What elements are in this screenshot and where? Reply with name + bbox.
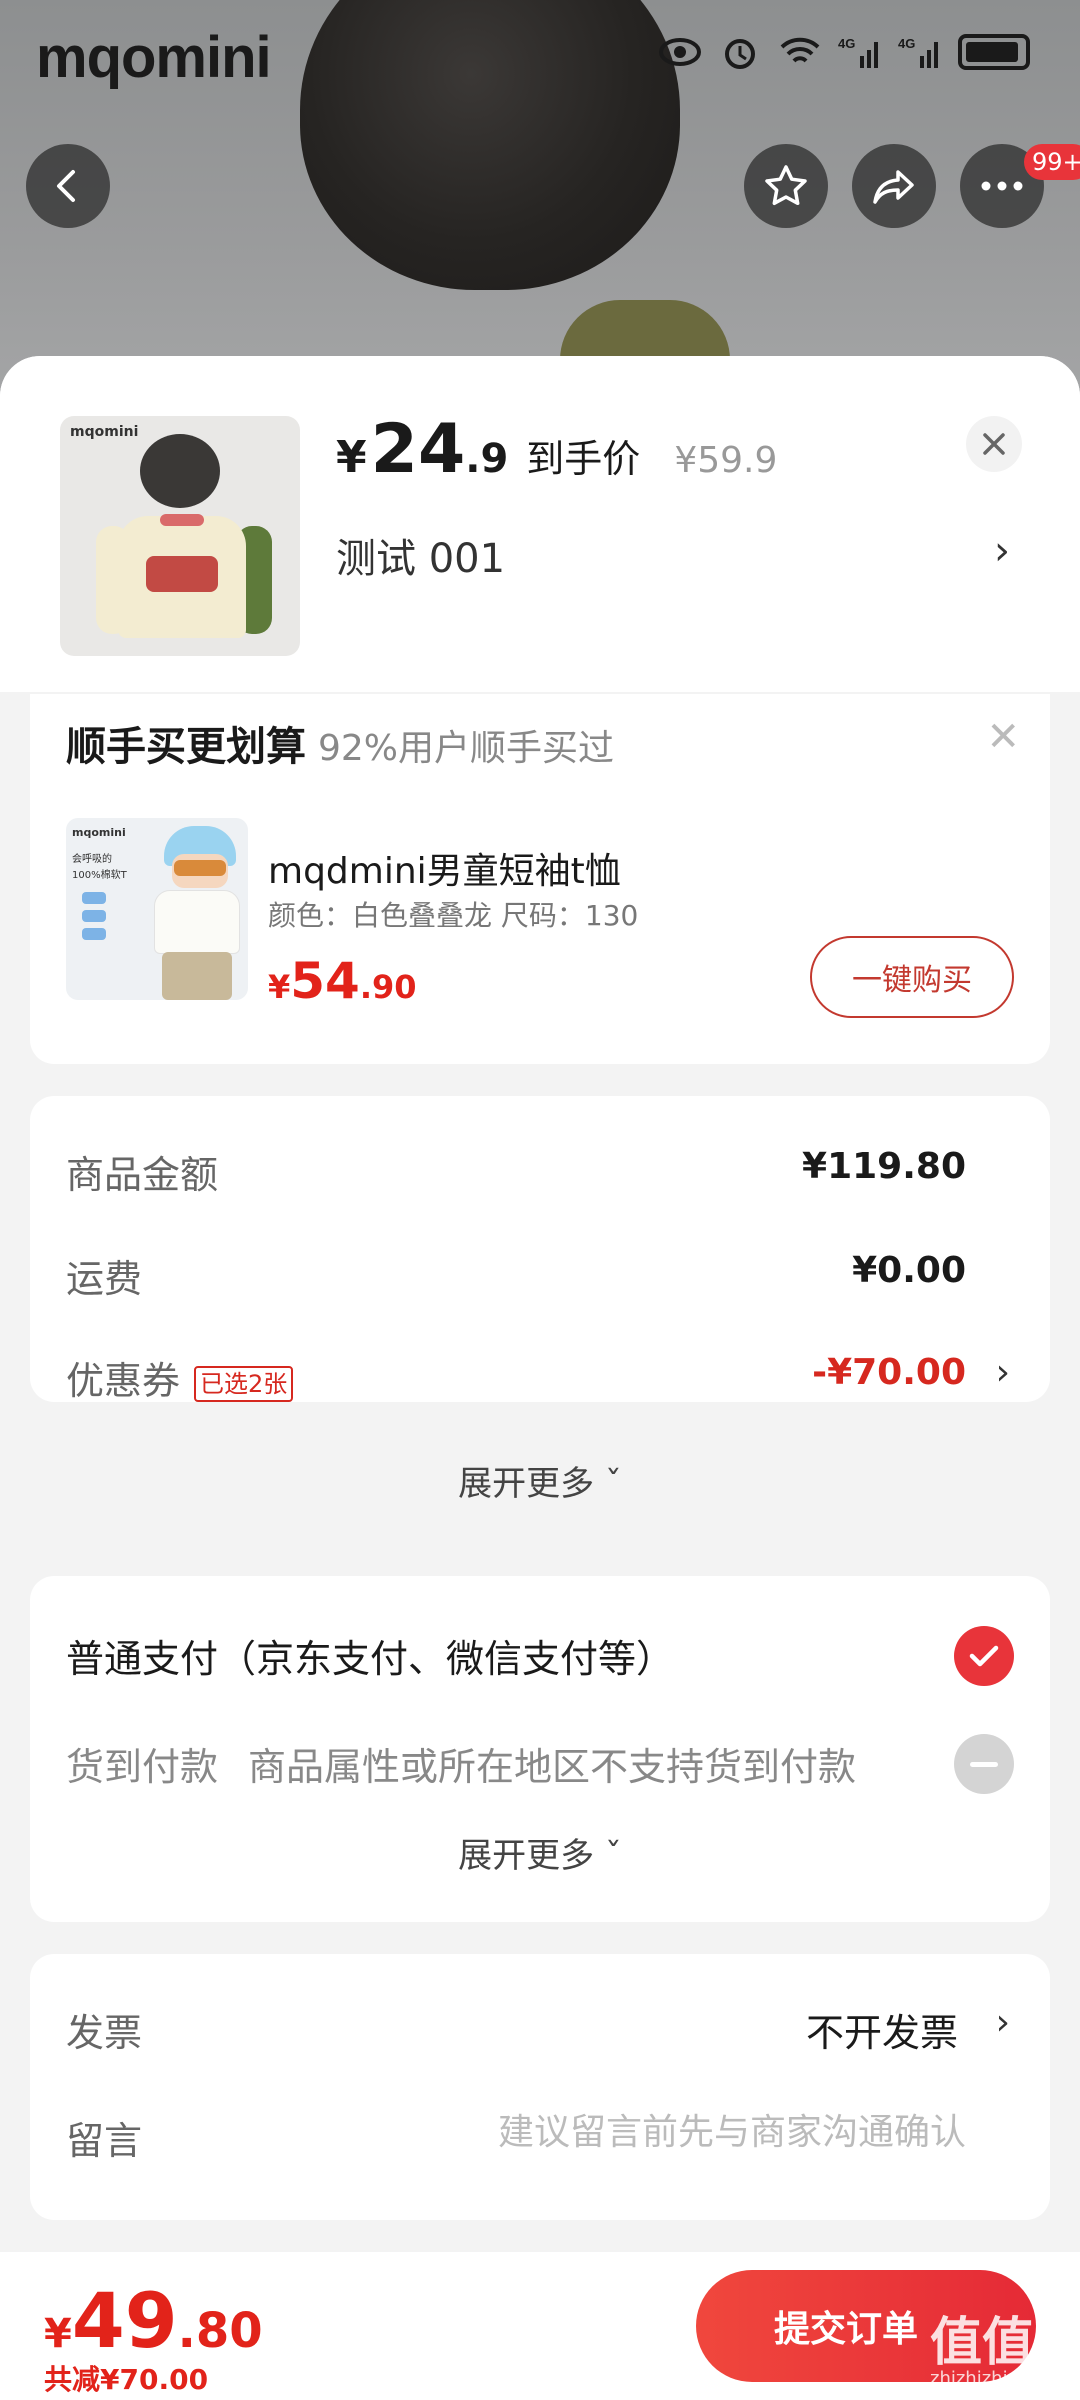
invoice-card: 发票 不开发票 › 留言 (30, 1954, 1050, 2220)
shipping-label: 运费 (66, 1257, 143, 1301)
goods-amount-label: 商品金额 (66, 1153, 219, 1197)
image-chip (82, 910, 106, 922)
invoice-value[interactable]: 不开发票 (806, 2002, 958, 2057)
payment-option-cod: 货到付款 商品属性或所在地区不支持货到付款 (66, 1736, 856, 1791)
image-pants (162, 952, 232, 1000)
recommend-title: 顺手买更划算 92%用户顺手买过 (66, 714, 614, 772)
share-button[interactable] (852, 144, 936, 228)
cod-note: 商品属性或所在地区不支持货到付款 (248, 1745, 857, 1789)
thumb-print (146, 556, 218, 592)
status-bar: mqomini 4G 4G (0, 0, 1080, 110)
coupon-row[interactable]: 优惠券 已选2张 (66, 1350, 294, 1405)
close-sheet-button[interactable] (966, 416, 1022, 472)
message-label: 留言 (66, 2119, 143, 2163)
image-binoculars (174, 860, 226, 876)
invoice-label: 发票 (66, 2011, 143, 2055)
coupon-label: 优惠券 (66, 1359, 181, 1403)
coupon-value[interactable]: -¥70.00 (812, 1352, 966, 1393)
chevron-right-icon[interactable]: › (996, 1352, 1010, 1393)
eye-icon (659, 38, 701, 66)
cod-label: 货到付款 (66, 1745, 219, 1789)
final-price: ¥ 24 .9 到手价 ¥59.9 (336, 410, 777, 489)
recommend-product-name[interactable]: mqdmini男童短袖t恤 (268, 842, 621, 894)
notification-badge: 99+ (1024, 144, 1080, 180)
recommend-close-icon[interactable]: ✕ (986, 714, 1020, 760)
price-decimal: .9 (465, 436, 509, 482)
brand-logo: mqomini (36, 25, 272, 90)
product-thumbnail[interactable]: mqomini (60, 416, 300, 656)
expand-more-payment[interactable]: 展开更多 ˇ (30, 1828, 1050, 1877)
total-price-integer: 49 (71, 2276, 178, 2365)
message-input[interactable] (406, 2102, 966, 2162)
price-tag: 到手价 (526, 437, 641, 481)
recommend-product-image[interactable]: mqomini 会呼吸的 100%棉软T (66, 818, 248, 1000)
more-icon (981, 181, 1023, 191)
recommend-image-brand: mqomini (72, 826, 126, 839)
price-integer: 24 (370, 410, 466, 489)
recommend-card: 顺手买更划算 92%用户顺手买过 ✕ mqomini 会呼吸的 100%棉软T m… (30, 694, 1050, 1064)
back-button[interactable] (26, 144, 110, 228)
star-icon (765, 165, 807, 206)
recommend-product-price: ¥ 54 .90 (268, 952, 417, 1010)
order-sheet: mqomini ¥ 24 .9 到手价 ¥59.9 测试 001 › 顺手买更划… (0, 356, 1080, 2400)
check-icon (969, 1645, 999, 1667)
payment-card: 普通支付（京东支付、微信支付等） 货到付款 商品属性或所在地区不支持货到付款 展开… (30, 1576, 1050, 1922)
original-price: ¥59.9 (674, 440, 778, 481)
recommend-price-decimal: .90 (359, 968, 417, 1006)
payment-option-normal[interactable]: 普通支付（京东支付、微信支付等） (66, 1628, 674, 1683)
favorite-button[interactable] (744, 144, 828, 228)
recommend-price-symbol: ¥ (268, 968, 291, 1006)
thumb-collar (160, 514, 204, 526)
coupon-selected-badge: 已选2张 (194, 1365, 294, 1402)
svg-text:4G: 4G (898, 36, 915, 51)
total-price: ¥ 49 .80 (44, 2276, 263, 2365)
status-icons: 4G 4G (658, 34, 1030, 70)
image-chip (82, 892, 106, 904)
checkout-bar: ¥ 49 .80 共减¥70.00 提交订单 (0, 2252, 1080, 2400)
product-header: mqomini ¥ 24 .9 到手价 ¥59.9 测试 001 › (0, 356, 1080, 692)
cod-disabled-icon (954, 1734, 1014, 1794)
signal-4g-icon: 4G (838, 36, 878, 68)
svg-text:4G: 4G (838, 36, 855, 51)
image-tee (154, 890, 240, 954)
image-chip (82, 928, 106, 940)
share-icon (873, 170, 914, 204)
amount-summary-card: 商品金额 ¥119.80 运费 ¥0.00 优惠券 已选2张 -¥70.00 › (30, 1096, 1050, 1405)
signal-4g-icon: 4G (898, 36, 938, 68)
recommend-title-text: 顺手买更划算 (66, 724, 306, 770)
total-saved: 共减¥70.00 (44, 2363, 209, 2396)
chevron-right-icon[interactable]: › (996, 2002, 1010, 2043)
recommend-image-text: 会呼吸的 100%棉软T (72, 854, 127, 881)
expand-more-summary[interactable]: 展开更多 ˇ (30, 1456, 1050, 1505)
recommend-subtitle: 92%用户顺手买过 (318, 728, 615, 769)
alarm-icon (725, 39, 755, 69)
spec-selector[interactable]: 测试 001 (336, 526, 505, 584)
payment-selected-check[interactable] (954, 1626, 1014, 1686)
total-price-decimal: .80 (177, 2303, 263, 2359)
one-click-buy-button[interactable]: 一键购买 (810, 936, 1014, 1018)
price-symbol: ¥ (336, 432, 367, 483)
total-price-symbol: ¥ (44, 2311, 72, 2357)
close-icon (983, 433, 1005, 455)
back-icon (57, 170, 75, 202)
recommend-product-spec: 颜色：白色叠叠龙 尺码：130 (268, 899, 639, 932)
goods-amount-value: ¥119.80 (802, 1146, 966, 1187)
shipping-value: ¥0.00 (852, 1250, 966, 1291)
recommend-price-integer: 54 (290, 952, 360, 1010)
wifi-icon (780, 37, 820, 63)
chevron-right-icon[interactable]: › (994, 528, 1010, 574)
battery-icon (958, 34, 1030, 70)
thumbnail-brand: mqomini (70, 424, 139, 440)
watermark-site: zhizhizhi.com (930, 2368, 1052, 2389)
thumb-hair (140, 434, 220, 508)
